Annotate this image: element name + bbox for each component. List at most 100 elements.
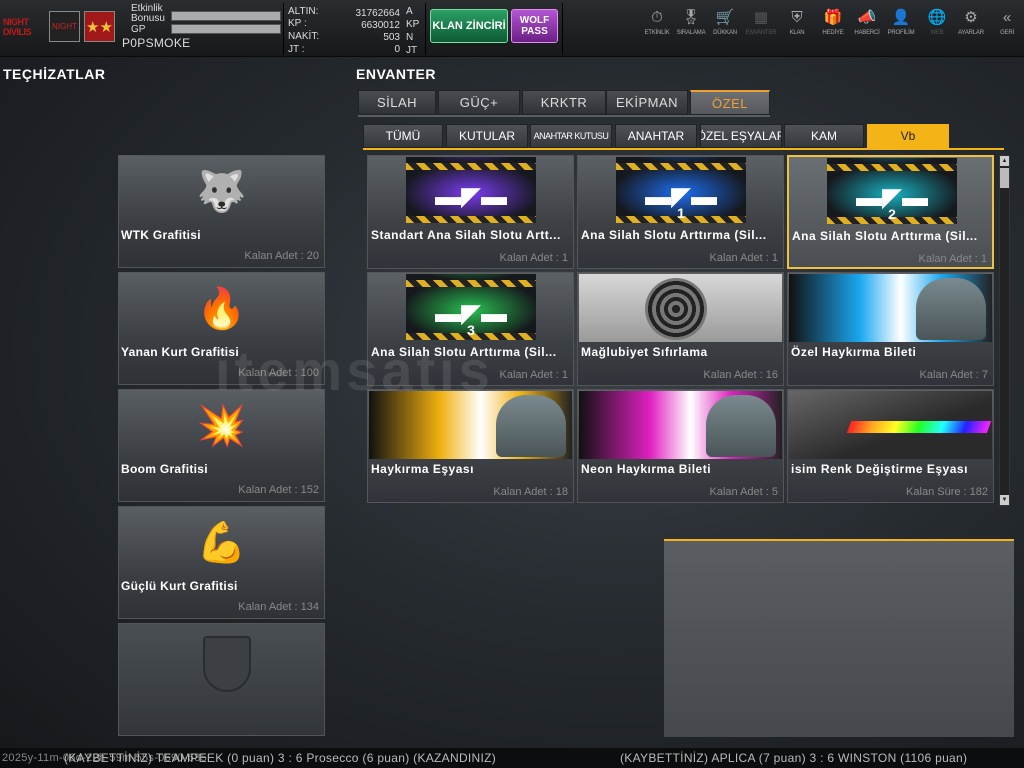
subtab-5[interactable]: KAM: [784, 124, 864, 148]
gold-unit: A: [406, 6, 413, 17]
item-count: Kalan Adet : 16: [703, 369, 778, 381]
callsign-color-icon: [789, 391, 992, 459]
nav-label: ENVANTER: [745, 30, 777, 36]
inventory-item[interactable]: ▬◤▬ Standart Ana Silah Slotu Artt... Kalan…: [367, 155, 574, 269]
inventory-item[interactable]: Mağlubiyet Sıfırlama Kalan Adet : 16: [577, 272, 784, 386]
subtab-4[interactable]: ÖZEL EŞYALAR: [700, 124, 782, 148]
nav-label: SIRALAMA: [676, 30, 706, 36]
inventory-item[interactable]: ▬◤▬ 3 Ana Silah Slotu Arttırma (Sil... Kala…: [367, 272, 574, 386]
nav-etki̇nli̇k[interactable]: ⏱ ETKİNLİK: [640, 8, 674, 48]
gift-icon: 🎁: [823, 9, 843, 26]
hazard-stripe: [406, 280, 536, 287]
item-count: Kalan Adet : 100: [238, 367, 319, 379]
inventory-item[interactable]: Neon Haykırma Bileti Kalan Adet : 5: [577, 389, 784, 503]
tab-0[interactable]: SİLAH: [358, 90, 436, 115]
nav-geri̇[interactable]: « GERİ: [990, 8, 1024, 48]
slot-number: 1: [677, 205, 685, 221]
nav-label: PROFİLİM: [887, 30, 915, 36]
cash-label: NAKİT:: [288, 31, 320, 42]
nav-web[interactable]: 🌐 WEB: [920, 8, 954, 48]
gp-label: GP: [131, 24, 146, 35]
equipment-item[interactable]: 🔥 Yanan Kurt Grafitisi Kalan Adet : 100: [118, 272, 325, 385]
item-count: Kalan Adet : 1: [499, 369, 569, 381]
nav-ayarlar[interactable]: ⚙ AYARLAR: [954, 8, 988, 48]
player-name: P0PSMOKE: [122, 36, 191, 50]
nav-profi̇li̇m[interactable]: 👤 PROFİLİM: [884, 8, 918, 48]
tab-4[interactable]: ÖZEL: [690, 90, 770, 115]
nav-haberci̇[interactable]: 📣 HABERCİ: [850, 8, 884, 48]
item-count: Kalan Adet : 20: [244, 250, 319, 262]
item-count: Kalan Adet : 1: [499, 252, 569, 264]
nav-hedi̇ye[interactable]: 🎁 HEDİYE: [816, 8, 850, 48]
inventory-item[interactable]: Özel Haykırma Bileti Kalan Adet : 7: [787, 272, 994, 386]
inventory-item[interactable]: ▬◤▬ 2 Ana Silah Slotu Arttırma (Sil... Kala…: [787, 155, 994, 269]
globe-icon: 🌐: [927, 9, 947, 26]
scroll-up-icon[interactable]: ▲: [1000, 156, 1009, 166]
kp-label: KP :: [288, 18, 307, 29]
inventory-item[interactable]: isim Renk Değiştirme Eşyası Kalan Süre : …: [787, 389, 994, 503]
equipment-item[interactable]: 💪 Güçlü Kurt Grafitisi Kalan Adet : 134: [118, 506, 325, 619]
cash-unit: N: [406, 32, 414, 43]
ticker-message: (KAYBETTİNİZ) TEAMPEEK (0 puan) 3 : 6 Pr…: [64, 751, 497, 765]
subtab-3[interactable]: ANAHTAR: [615, 124, 697, 148]
divider: [562, 3, 563, 55]
wolf-pass-button[interactable]: WOLF PASS: [511, 9, 558, 43]
hazard-stripe: [616, 163, 746, 170]
inventory-item[interactable]: Haykırma Eşyası Kalan Adet : 18: [367, 389, 574, 503]
cash-value: 503: [383, 32, 400, 43]
soldier-portrait: [496, 395, 566, 457]
subtab-1[interactable]: KUTULAR: [446, 124, 528, 148]
nav-label: AYARLAR: [958, 30, 984, 36]
divider: [425, 3, 426, 55]
item-name: Özel Haykırma Bileti: [791, 345, 917, 359]
item-name: Mağlubiyet Sıfırlama: [581, 345, 708, 359]
tab-3[interactable]: EKİPMAN: [606, 90, 688, 115]
nav-dükkan[interactable]: 🛒 DÜKKAN: [708, 8, 742, 48]
wolf-head-icon: 🐺: [196, 169, 247, 214]
soldier-portrait: [916, 278, 986, 340]
slot-number: 3: [467, 322, 475, 338]
nav-siralama[interactable]: 🎖 SIRALAMA: [674, 8, 708, 48]
medal-icon: 🎖: [681, 9, 701, 26]
nav-label: KLAN: [789, 30, 805, 36]
inventory-scrollbar[interactable]: ▲ ▼: [999, 155, 1010, 506]
nav-klan[interactable]: ⛨ KLAN: [780, 8, 814, 48]
tab-1[interactable]: GÜÇ+: [438, 90, 520, 115]
ticker-message: (KAYBETTİNİZ) APLICA (7 puan) 3 : 6 WINS…: [620, 751, 968, 765]
kp-unit: KP: [406, 19, 420, 30]
tab-2[interactable]: KRKTR: [522, 90, 606, 115]
nav-label: ETKİNLİK: [644, 30, 670, 36]
rifle-slot-icon: ▬◤▬ 1: [616, 157, 746, 223]
clan-chain-button[interactable]: KLAN ZİNCİRİ: [430, 9, 508, 43]
slot-number: 2: [888, 206, 896, 222]
equipment-item[interactable]: 🐺 WTK Grafitisi Kalan Adet : 20: [118, 155, 325, 268]
inventory-item[interactable]: ▬◤▬ 1 Ana Silah Slotu Arttırma (Sil... Kala…: [577, 155, 784, 269]
inventory-icon: ▦: [753, 9, 769, 26]
subtab-6[interactable]: Vb: [867, 124, 949, 148]
scroll-thumb[interactable]: [1000, 168, 1009, 188]
item-count: Kalan Adet : 152: [238, 484, 319, 496]
jt-label: JT :: [288, 44, 305, 55]
game-lobby: NIGHT DIVILIS NIGHT ★★ Etkinlik Bonusu G…: [0, 0, 1024, 768]
item-count: Kalan Adet : 1: [918, 253, 988, 265]
nav-label: HABERCİ: [854, 30, 880, 36]
nav-envanter[interactable]: ▦ ENVANTER: [744, 8, 778, 48]
inventory-title: ENVANTER: [356, 66, 436, 82]
jt-unit: JT: [406, 45, 418, 56]
item-name: Ana Silah Slotu Arttırma (Sil...: [792, 229, 978, 243]
clan-emblem[interactable]: NIGHT: [49, 11, 80, 42]
boom-grenade-icon: 💥: [196, 403, 247, 448]
subtab-2[interactable]: ANAHTAR KUTUSU: [530, 124, 612, 148]
event-bonus-label: Etkinlik Bonusu: [131, 3, 165, 24]
kp-value: 6630012: [361, 20, 400, 31]
empty-equipment-slot[interactable]: [118, 623, 325, 736]
soldier-portrait: [706, 395, 776, 457]
nav-menu: ⏱ ETKİNLİK 🎖 SIRALAMA 🛒 DÜKKAN ▦ ENVANTER ⛨ KLAN 🎁…: [640, 8, 1024, 48]
divider: [283, 3, 284, 55]
scroll-down-icon[interactable]: ▼: [1000, 495, 1009, 505]
gp-bar: [171, 24, 281, 34]
equipment-item[interactable]: 💥 Boom Grafitisi Kalan Adet : 152: [118, 389, 325, 502]
item-name: isim Renk Değiştirme Eşyası: [791, 462, 968, 476]
item-count: Kalan Adet : 134: [238, 601, 319, 613]
subtab-0[interactable]: TÜMÜ: [363, 124, 443, 148]
